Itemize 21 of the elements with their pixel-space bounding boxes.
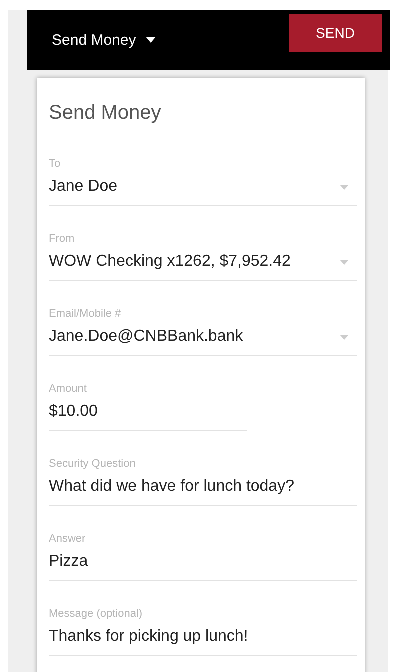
field-label: Message (optional) [49, 608, 144, 620]
dropdown-icon [340, 184, 349, 190]
caret-icon [146, 37, 156, 43]
send-button[interactable]: SEND [289, 14, 382, 52]
dropdown-icon [340, 334, 349, 340]
dropdown-icon [340, 260, 349, 264]
select-field[interactable]: WOW Checking x1262, $7,952.42 [49, 253, 357, 281]
field-label: Security Question [49, 458, 137, 470]
input-field[interactable]: Thanks for picking up lunch! [49, 628, 357, 656]
field-label: To [49, 158, 62, 170]
field-label: Amount [49, 383, 88, 395]
field-label: From [49, 233, 76, 245]
field-label: Email/Mobile # [49, 308, 122, 320]
input-field[interactable]: $10.00 [49, 403, 247, 431]
select-field[interactable]: Jane Doe [49, 178, 357, 206]
input-field[interactable]: What did we have for lunch today? [49, 478, 357, 506]
page-menu-button[interactable]: Send Money [52, 32, 156, 48]
input-field[interactable]: Pizza [49, 553, 357, 581]
select-field[interactable]: Jane.Doe@CNBBank.bank [49, 328, 357, 356]
field-label: Answer [49, 533, 87, 545]
form-title: Send Money [49, 102, 162, 125]
